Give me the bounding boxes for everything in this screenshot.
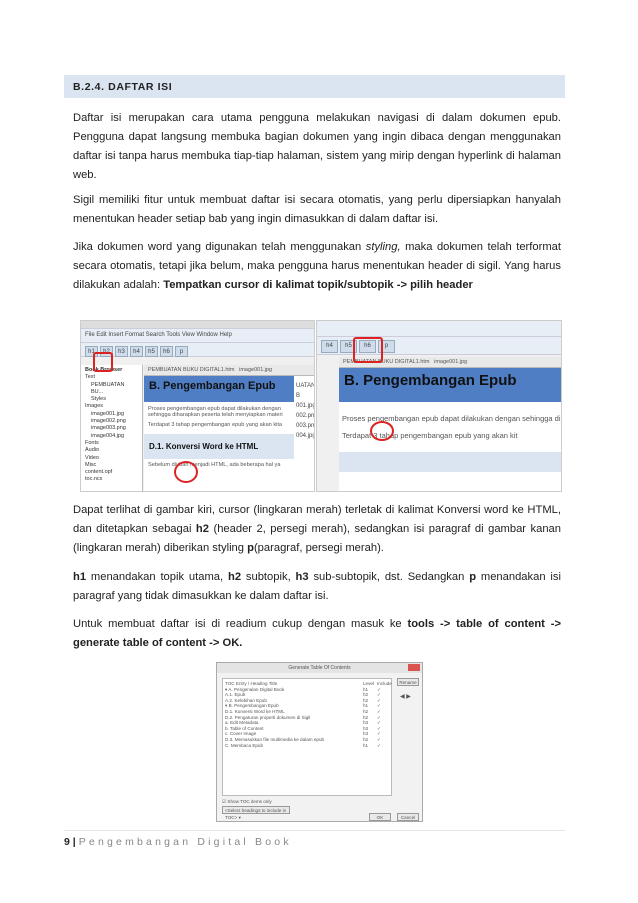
paragraph-6: Untuk membuat daftar isi di readium cuku…: [73, 618, 561, 649]
doc-heading-2: D.1. Konversi Word ke HTML: [144, 434, 294, 459]
tree-item[interactable]: image003.png: [85, 425, 138, 432]
doc-paragraph: Sebelum diubah menjadi HTML, ada beberap…: [148, 462, 281, 468]
heading-toolbar: h1 h2 h3 h4 h5 h6 p: [81, 343, 314, 357]
section-heading: B.2.4. DAFTAR ISI: [64, 75, 565, 98]
level-cell: h1: [363, 742, 369, 748]
show-toc-checkbox[interactable]: ☑ Show TOC items only: [222, 799, 272, 805]
background-text: 004.jpg: [296, 433, 315, 439]
arrow-left-right-icon[interactable]: ◀ ▶: [400, 693, 411, 700]
paragraph-1: Daftar isi merupakan cara utama pengguna…: [73, 112, 561, 181]
heading-tool-h4[interactable]: h4: [130, 346, 143, 357]
background-text: UATAN B: [296, 383, 315, 399]
tree-item[interactable]: PEMBUATAN BU...: [85, 382, 138, 397]
menu-bar: File Edit Insert Format Search Tools Vie…: [81, 329, 314, 343]
rename-button[interactable]: Rename: [397, 678, 419, 686]
tree-item[interactable]: Styles: [85, 396, 138, 403]
paragraph-2: Sigil memiliki fitur untuk membuat dafta…: [73, 194, 561, 225]
page-number: 9 |: [64, 836, 76, 848]
toc-row[interactable]: C. Membaca Epub h1 ✓: [225, 743, 389, 749]
heading-select[interactable]: <Select headings to include in TOC> ▾: [222, 806, 290, 820]
title-bar: [81, 321, 314, 329]
background-text: 002.png: [296, 413, 315, 419]
sigil-screenshot-left: File Edit Insert Format Search Tools Vie…: [80, 320, 315, 492]
doc-paragraph: Proses pengembangan epub dapat dilakukan…: [148, 406, 283, 418]
red-square-h2: [93, 352, 113, 372]
red-circle-cursor: [370, 421, 394, 441]
red-circle-cursor: [174, 461, 198, 483]
tree-item[interactable]: content.opf: [85, 469, 138, 476]
paragraph-4: Dapat terlihat di gambar kiri, cursor (l…: [73, 504, 561, 554]
editor-tabs: PEMBUATAN BUKU DIGITAL1.htm image001.jpg: [144, 365, 314, 376]
heading-tool-h3[interactable]: h3: [115, 346, 128, 357]
heading-tool-h5[interactable]: h5: [145, 346, 158, 357]
close-icon[interactable]: [408, 664, 420, 671]
background-text: 003.png: [296, 423, 315, 429]
doc-heading-1: B. Pengembangan Epub: [339, 368, 561, 402]
document-view: PEMBUATAN BUKU DIGITAL1.htm image001.jpg…: [144, 365, 314, 491]
doc-paragraph: Terdapat 3 tahap pengembangan epub yang …: [148, 422, 283, 428]
doc-heading-2: [339, 452, 561, 472]
cancel-button[interactable]: Cancel: [397, 813, 419, 821]
tree-item[interactable]: image002.png: [85, 418, 138, 425]
generate-toc-dialog: Generate Table Of Contents TOC Entry / H…: [216, 662, 423, 822]
paragraph-5: h1 menandakan topik utama, h2 subtopik, …: [73, 571, 561, 602]
doc-heading-1: B. Pengembangan Epub: [144, 376, 294, 402]
heading-tool-h6[interactable]: h6: [160, 346, 173, 357]
main-toolbar: [317, 321, 561, 337]
tab-html[interactable]: PEMBUATAN BUKU DIGITAL1.htm: [148, 367, 235, 373]
toc-list: TOC Entry / Heading Title Level Include ▾ …: [222, 678, 392, 796]
tree-item[interactable]: toc.ncx: [85, 476, 138, 483]
heading-tool-h4[interactable]: h4: [321, 340, 338, 353]
ok-button[interactable]: OK: [369, 813, 391, 821]
tree-item[interactable]: Audio: [85, 447, 138, 454]
include-checkbox[interactable]: ✓: [377, 743, 389, 749]
dialog-title: Generate Table Of Contents: [217, 663, 422, 673]
book-browser: Book Browser Text PEMBUATAN BU... Styles Im…: [81, 365, 143, 491]
red-square-p: [353, 337, 383, 363]
paragraph-3: Jika dokumen word yang digunakan telah m…: [73, 241, 561, 291]
background-text: 001.jpg: [296, 403, 315, 409]
page-footer: 9 | Pengembangan Digital Book: [64, 830, 565, 848]
sigil-screenshot-right: h4 h5 h6 p PEMBUATAN BUKU DIGITAL1.htm imag…: [316, 320, 562, 492]
footer-title: Pengembangan Digital Book: [78, 836, 292, 848]
tree-item[interactable]: Text: [85, 374, 138, 381]
tree-item[interactable]: Video: [85, 455, 138, 462]
tree-item[interactable]: Images: [85, 403, 138, 410]
tree-item[interactable]: Fonts: [85, 440, 138, 447]
tab-image[interactable]: image001.jpg: [434, 359, 467, 365]
tree-item[interactable]: image004.jpg: [85, 433, 138, 440]
tab-image[interactable]: image001.jpg: [239, 367, 272, 373]
tree-item[interactable]: image001.jpg: [85, 411, 138, 418]
tree-item[interactable]: Misc: [85, 462, 138, 469]
heading-tool-p[interactable]: p: [175, 346, 188, 357]
title-cell: C. Membaca Epub: [225, 742, 264, 748]
